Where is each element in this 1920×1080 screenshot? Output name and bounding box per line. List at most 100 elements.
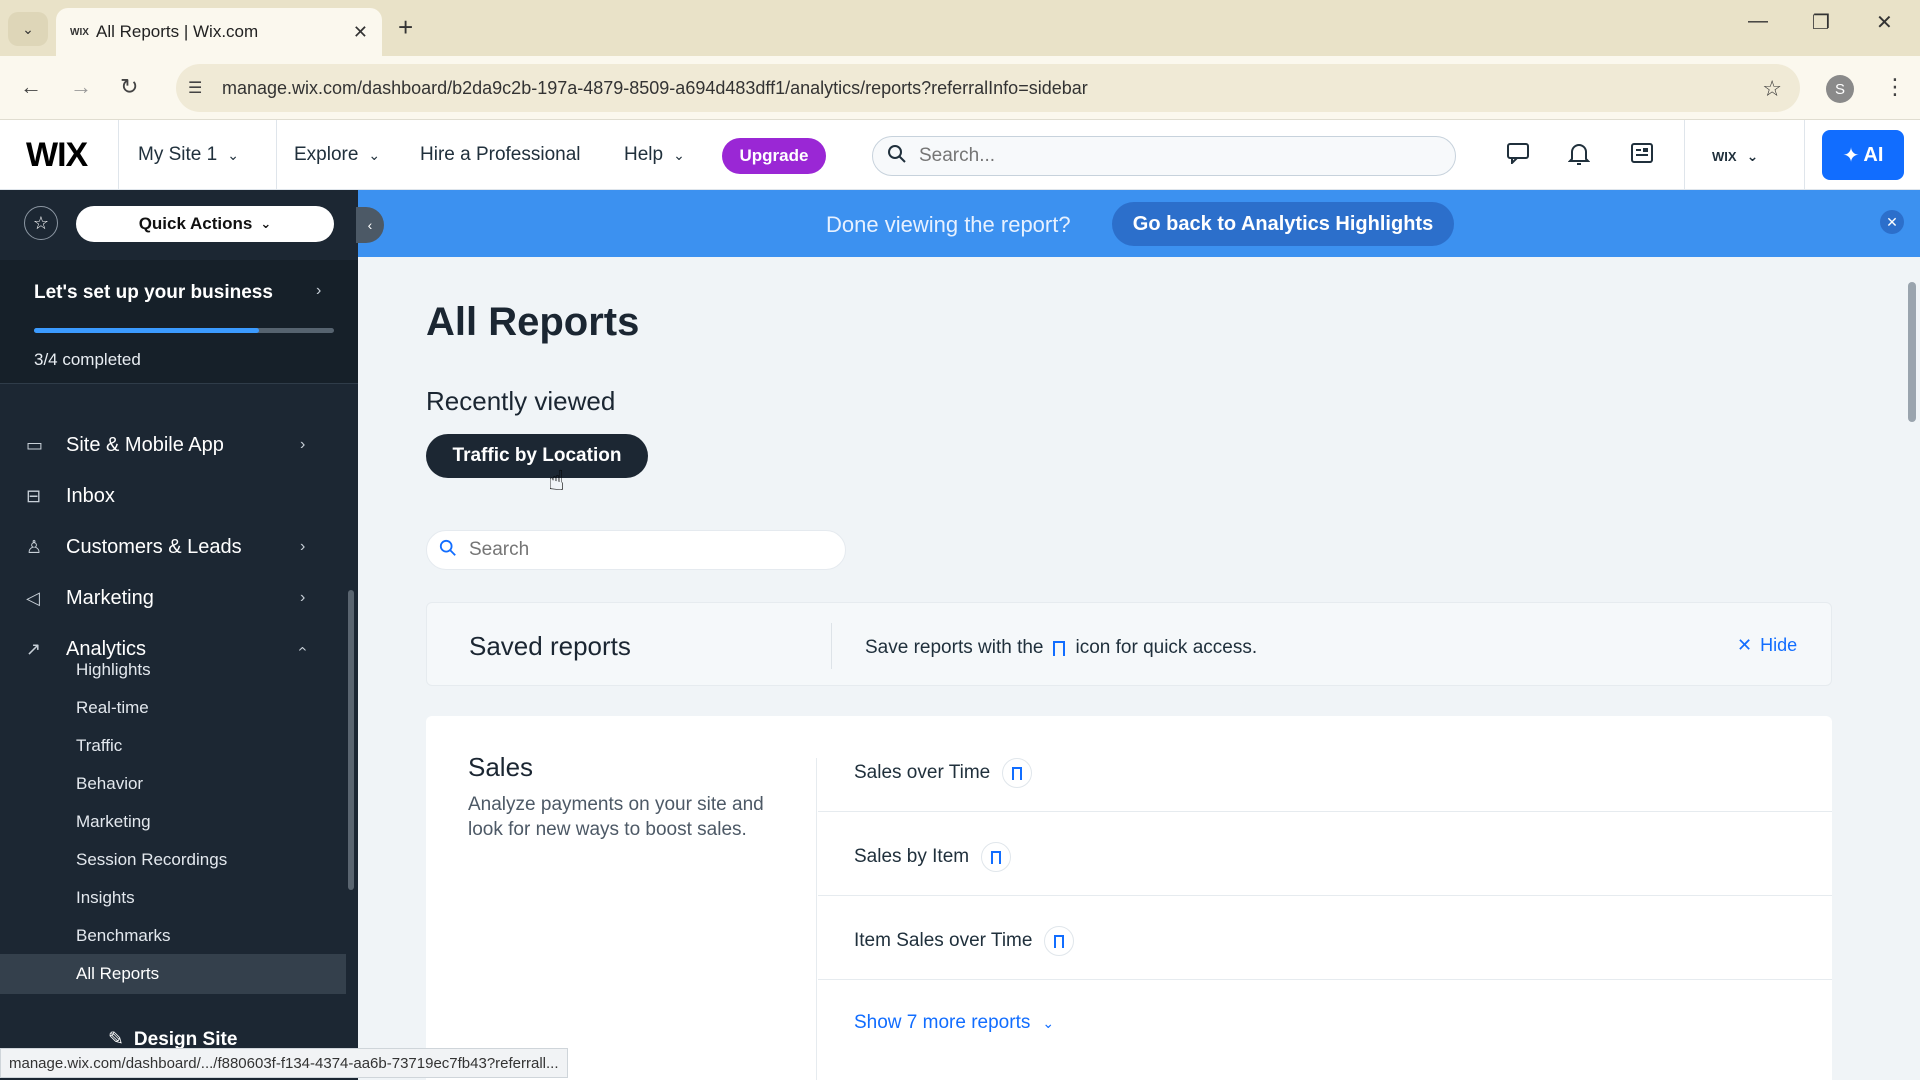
url-text: manage.wix.com/dashboard/b2da9c2b-197a-4… [222, 77, 1088, 98]
wix-logo[interactable]: WIX [26, 136, 88, 175]
sidebar-item-site-mobile-app[interactable]: ▭ Site & Mobile App › [0, 420, 358, 470]
header-divider [1804, 120, 1805, 190]
bookmark-icon [1054, 934, 1065, 948]
bookmark-button[interactable] [1044, 926, 1075, 956]
updates-icon[interactable] [1630, 142, 1654, 170]
url-field[interactable]: ☰ manage.wix.com/dashboard/b2da9c2b-197a… [176, 64, 1800, 112]
back-to-highlights-button[interactable]: Go back to Analytics Highlights [1112, 202, 1454, 246]
site-selector-label: My Site 1 [138, 144, 218, 165]
minimize-icon[interactable]: — [1748, 10, 1768, 33]
saved-reports-hint: Save reports with the icon for quick acc… [865, 637, 1257, 659]
account-menu[interactable]: WIX ⌄ [1712, 148, 1758, 165]
site-settings-icon[interactable]: ☰ [188, 78, 222, 98]
chevron-right-icon: › [300, 538, 306, 555]
reports-search-input[interactable] [469, 539, 829, 561]
banner-text: Done viewing the report? [826, 212, 1071, 237]
bookmark-button[interactable] [1002, 758, 1033, 788]
report-name[interactable]: Sales over Time [854, 762, 990, 784]
wix-header: WIX My Site 1 ⌄ Explore ⌄ Hire a Profess… [0, 120, 1920, 190]
quick-actions-button[interactable]: Quick Actions ⌄ [76, 206, 334, 242]
tab-search-chevron-icon[interactable]: ⌄ [8, 12, 48, 46]
report-row[interactable]: Sales by Item [818, 812, 1832, 896]
sidebar-sub-benchmarks[interactable]: Benchmarks [76, 926, 170, 946]
recent-report-chip[interactable]: Traffic by Location [426, 434, 648, 478]
report-name[interactable]: Sales by Item [854, 846, 969, 868]
upgrade-button[interactable]: Upgrade [722, 138, 826, 174]
search-icon [887, 144, 907, 169]
sidebar-item-label: Site & Mobile App [66, 433, 224, 456]
page-title: All Reports [426, 300, 640, 344]
report-name[interactable]: Item Sales over Time [854, 930, 1032, 952]
chevron-right-icon: › [300, 589, 306, 606]
chevron-down-icon: ⌄ [673, 146, 685, 163]
sidebar-item-customers-leads[interactable]: ♙ Customers & Leads › [0, 522, 358, 572]
saved-reports-card: Saved reports Save reports with the icon… [426, 602, 1832, 686]
back-icon[interactable]: ← [20, 74, 42, 100]
tab-close-icon[interactable]: ✕ [353, 22, 368, 43]
hint-text-before: Save reports with the [865, 637, 1044, 658]
sidebar-sub-insights[interactable]: Insights [76, 888, 135, 908]
browser-tab[interactable]: WIX All Reports | Wix.com ✕ [56, 8, 382, 56]
search-icon [439, 539, 457, 562]
bookmark-button[interactable] [981, 842, 1012, 872]
hide-button[interactable]: ✕ Hide [1737, 635, 1797, 656]
header-divider [276, 120, 277, 190]
favorites-star-icon[interactable]: ☆ [24, 206, 58, 240]
sidebar-item-label: Inbox [66, 484, 115, 507]
show-more-reports-link[interactable]: Show 7 more reports ⌄ [854, 1012, 1054, 1034]
sidebar: ☆ Quick Actions ⌄ Let's set up your busi… [0, 190, 358, 1080]
forward-icon[interactable]: → [70, 74, 92, 100]
sales-description: Analyze payments on your site and look f… [468, 794, 764, 840]
sidebar-item-marketing[interactable]: ◁ Marketing › [0, 573, 358, 623]
sidebar-item-inbox[interactable]: ⊟ Inbox [0, 471, 358, 521]
setup-progress-bar [34, 328, 334, 333]
browser-menu-icon[interactable]: ⋮ [1884, 74, 1906, 100]
ai-button[interactable]: ✦ AI [1822, 130, 1904, 180]
close-icon: ✕ [1737, 635, 1753, 655]
page-scrollbar[interactable] [1906, 262, 1920, 1080]
explore-menu[interactable]: Explore ⌄ [294, 144, 380, 166]
chat-icon[interactable] [1506, 142, 1530, 170]
page-scrollbar-thumb[interactable] [1908, 282, 1916, 422]
header-search[interactable] [872, 136, 1456, 176]
account-label: WIX [1712, 149, 1737, 164]
header-divider [118, 120, 119, 190]
chevron-down-icon: ⌄ [368, 146, 381, 163]
saved-reports-title: Saved reports [469, 631, 631, 661]
hire-professional-link[interactable]: Hire a Professional [420, 144, 581, 166]
notifications-bell-icon[interactable] [1567, 142, 1591, 172]
address-bar-row: ← → ↻ ☰ manage.wix.com/dashboard/b2da9c2… [0, 56, 1920, 120]
report-item: Sales by Item [854, 842, 1012, 872]
help-menu[interactable]: Help ⌄ [624, 144, 685, 166]
report-row[interactable]: Item Sales over Time [818, 896, 1832, 980]
chevron-down-icon: ⌄ [227, 146, 239, 163]
sidebar-item-analytics[interactable]: ↗ Analytics › [0, 624, 358, 674]
profile-avatar[interactable]: S [1826, 75, 1854, 103]
selected-item-highlight [0, 954, 346, 994]
restore-icon[interactable]: ❐ [1812, 10, 1830, 35]
sidebar-sub-highlights[interactable]: Highlights [76, 660, 151, 680]
reports-search[interactable] [426, 530, 846, 570]
report-row[interactable]: Sales over Time [818, 728, 1832, 812]
header-search-input[interactable] [919, 145, 1419, 167]
sidebar-sub-session-recordings[interactable]: Session Recordings [76, 850, 227, 870]
chevron-up-icon: › [293, 646, 311, 652]
site-selector[interactable]: My Site 1 ⌄ [138, 144, 239, 166]
banner-close-icon[interactable]: ✕ [1880, 210, 1904, 234]
new-tab-icon[interactable]: + [398, 12, 413, 43]
sidebar-item-label: Analytics [66, 637, 147, 660]
sidebar-scrollbar[interactable] [348, 590, 354, 890]
bookmark-star-icon[interactable]: ☆ [1762, 76, 1782, 102]
bookmark-icon [1012, 766, 1023, 780]
sidebar-sub-behavior[interactable]: Behavior [76, 774, 143, 794]
sidebar-sub-real-time[interactable]: Real-time [76, 698, 149, 718]
window-close-icon[interactable]: ✕ [1876, 10, 1893, 35]
reload-icon[interactable]: ↻ [120, 74, 138, 100]
tab-title: All Reports | Wix.com [96, 22, 259, 41]
sidebar-sub-all-reports[interactable]: All Reports [76, 964, 159, 984]
sidebar-sub-marketing[interactable]: Marketing [76, 812, 151, 832]
sidebar-sub-traffic[interactable]: Traffic [76, 736, 122, 756]
wix-favicon-icon: WIX [70, 26, 89, 38]
help-label: Help [624, 144, 664, 165]
hide-label: Hide [1760, 635, 1798, 655]
